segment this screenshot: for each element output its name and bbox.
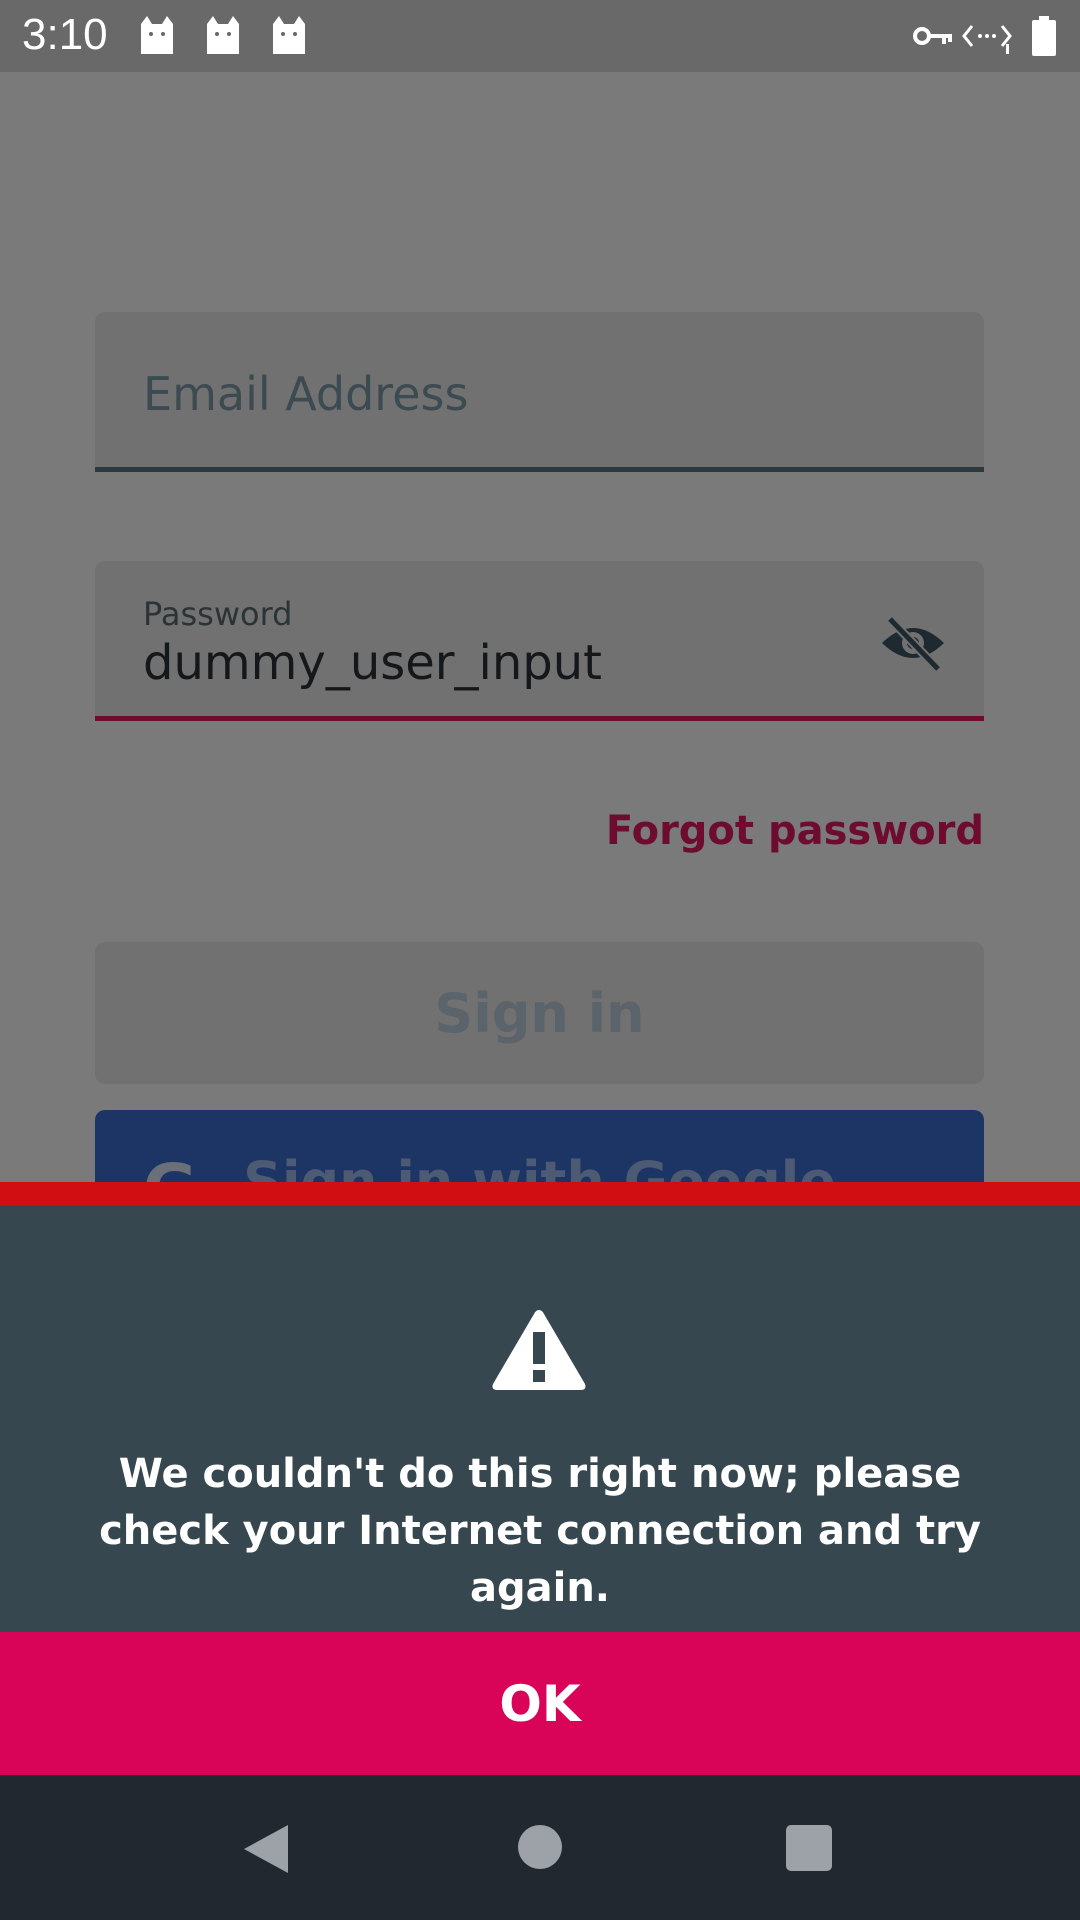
error-dialog: We couldn't do this right now; please ch… [0, 1182, 1080, 1775]
navigation-bar [0, 1775, 1080, 1920]
email-field[interactable]: Email Address [95, 312, 984, 472]
error-stripe [0, 1182, 1080, 1206]
email-placeholder: Email Address [143, 367, 469, 421]
recents-icon[interactable] [786, 1825, 832, 1871]
password-field[interactable]: Password dummy_user_input [95, 561, 984, 721]
ok-button[interactable]: OK [0, 1632, 1080, 1775]
back-icon[interactable] [244, 1825, 288, 1873]
sign-in-label: Sign in [434, 981, 645, 1045]
home-icon[interactable] [518, 1825, 562, 1869]
password-label: Password [143, 595, 293, 633]
vpn-key-icon [912, 16, 954, 56]
status-time: 3:10 [22, 10, 108, 59]
status-bar: 3:10 [0, 0, 1080, 72]
error-message: We couldn't do this right now; please ch… [99, 1451, 981, 1611]
cat-icon [268, 14, 310, 56]
battery-icon [1032, 16, 1056, 56]
forgot-password-link[interactable]: Forgot password [606, 808, 984, 854]
cat-icon [202, 14, 244, 56]
warning-icon [489, 1306, 589, 1394]
ok-label: OK [499, 1674, 581, 1733]
visibility-off-icon[interactable] [878, 613, 948, 673]
data-arrows-icon [962, 16, 1012, 56]
sign-in-button[interactable]: Sign in [95, 942, 984, 1084]
dialog-body: We couldn't do this right now; please ch… [0, 1206, 1080, 1632]
password-value: dummy_user_input [143, 635, 602, 691]
cat-icon [136, 14, 178, 56]
